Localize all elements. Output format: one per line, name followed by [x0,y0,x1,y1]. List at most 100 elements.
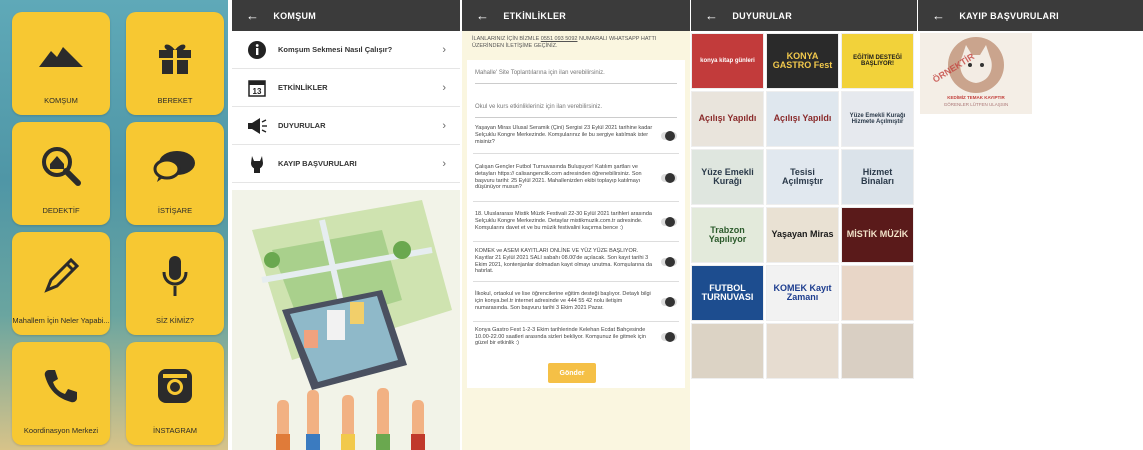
announcement-poster[interactable]: EĞİTİM DESTEĞİ BAŞLIYOR! [841,33,914,89]
tile-label: İSTİŞARE [157,205,193,215]
school-input[interactable]: Okul ve kurs etkinlikleriniz için ilan v… [475,94,677,118]
announcement-poster[interactable]: Açılışı Yapıldı [766,91,839,147]
menu-item-label: Komşum Sekmesi Nasıl Çalışır? [278,45,393,54]
tile-label: SİZ KİMİZ? [156,315,194,325]
screen-title: KOMŞUM [273,10,317,21]
poster-title: Açılışı Yapıldı [698,113,757,124]
back-arrow-icon[interactable]: ← [705,8,718,23]
announcement-poster[interactable]: KONYA GASTRO Fest [766,33,839,89]
poster-title: Hizmet Binaları [860,166,894,186]
home-screen: KOMŞUM BEREKET DEDEKTİF İSTİŞARE Mahalle… [0,0,228,450]
menu-item-label: DUYURULAR [278,121,326,130]
screenshot-collage: KOMŞUM BEREKET DEDEKTİF İSTİŞARE Mahalle… [0,0,1143,450]
poster-title: Trabzon Yapılıyor [708,224,747,244]
back-arrow-icon[interactable]: ← [932,8,945,23]
tile-dedektif[interactable]: DEDEKTİF [12,122,110,225]
toggle-switch[interactable] [661,256,677,267]
announcement-poster[interactable]: Trabzon Yapılıyor [691,207,764,263]
event-question: İlkokul, ortaokul ve lise öğrencilerine … [473,282,679,322]
tile-koordinasyon[interactable]: Koordinasyon Merkezi [12,342,110,445]
screen-title: DUYURULAR [732,10,793,21]
back-arrow-icon[interactable]: ← [246,8,259,23]
tile-bereket[interactable]: BEREKET [126,12,224,115]
cat-icon [246,153,268,175]
duyurular-screen: ← DUYURULAR konya kitap günleri KONYA GAS… [691,0,917,450]
announcement-poster[interactable]: Yaşayan Miras [766,207,839,263]
tile-label: Mahallem İçin Neler Yapabi... [12,315,110,325]
menu-item-kayip[interactable]: KAYIP BAŞVURULARI › [232,145,460,183]
megaphone-icon [246,115,268,137]
announcement-poster[interactable]: Tesisi Açılmıştır [766,149,839,205]
announcement-poster[interactable]: Hizmet Binaları [841,149,914,205]
meeting-input[interactable]: Mahalle' Site Toplantılarına için ilan v… [475,60,677,84]
chevron-right-icon: › [442,43,446,56]
whatsapp-note: İLANLARINIZ İÇİN BİZMLE 0551 093 5092 NU… [462,31,690,50]
poster-title: MİSTİK MÜZİK [846,229,909,240]
toggle-switch[interactable] [661,172,677,183]
poster-title: FUTBOL TURNUVASI [701,282,754,302]
toggle-switch[interactable] [661,216,677,227]
announcement-poster[interactable] [841,323,914,379]
poster-title: Tesisi Açılmıştır [781,166,823,186]
tile-komsum[interactable]: KOMŞUM [12,12,110,115]
announcement-poster[interactable]: KOMEK Kayıt Zamanı [766,265,839,321]
event-question: Çalışan Gençler Futbol Turnuvasında Bulu… [473,154,679,202]
announcement-poster[interactable] [691,323,764,379]
microphone-icon [126,250,224,302]
tile-istisare[interactable]: İSTİŞARE [126,122,224,225]
poster-title: Yaşayan Miras [771,229,834,240]
poster-title: konya kitap günleri [700,57,755,64]
card-subcaption: GÖRENLER LÜTFEN ULAŞSIN [943,102,1009,107]
announcement-poster[interactable]: konya kitap günleri [691,33,764,89]
calendar-day: 13 [253,87,262,96]
lost-pet-card[interactable]: KEDİMİZ TEMAK KAYIPTIR GÖRENLER LÜTFEN U… [920,33,1032,114]
menu-item-info[interactable]: Komşum Sekmesi Nasıl Çalışır? › [232,31,460,69]
menu-item-etkinlikler[interactable]: 13 ETKİNLİKLER › [232,69,460,107]
toggle-switch[interactable] [661,296,677,307]
question-text: 18. Uluslararası Mistik Müzik Festivali … [475,211,652,231]
tile-label: Koordinasyon Merkezi [23,425,99,435]
magnifier-house-icon [12,140,110,192]
toggle-switch[interactable] [661,130,677,141]
event-question: 18. Uluslararası Mistik Müzik Festivali … [473,202,679,242]
poster-title: Açılışı Yapıldı [773,113,832,124]
event-question: Konya Gastro Fest 1-2-3 Ekim tarihlerind… [473,322,679,352]
chevron-right-icon: › [442,81,446,94]
announcement-poster[interactable] [841,265,914,321]
announcement-poster[interactable]: MİSTİK MÜZİK [841,207,914,263]
poster-title: KONYA GASTRO Fest [772,50,833,70]
app-bar: ← ETKİNLİKLER [462,0,690,31]
menu-item-label: ETKİNLİKLER [278,83,328,92]
chevron-right-icon: › [442,119,446,132]
poster-title: Yüze Emekli Kurağı Hizmete Açılmıştır [849,112,906,125]
tile-label: İNSTAGRAM [152,425,198,435]
event-question: Yaşayan Miras Ulusal Seramik (Çini) Serg… [473,118,679,154]
phone-icon [12,360,110,412]
toggle-switch[interactable] [661,332,677,342]
komsum-screen: ← KOMŞUM Komşum Sekmesi Nasıl Çalışır? ›… [232,0,460,450]
announcement-poster[interactable]: Açılışı Yapıldı [691,91,764,147]
chat-bubbles-icon [126,140,224,192]
tile-siz-kimiz[interactable]: SİZ KİMİZ? [126,232,224,335]
instagram-icon [126,360,224,412]
send-button[interactable]: Gönder [548,363,596,383]
note-phone-link[interactable]: 0551 093 5092 [541,36,578,42]
tile-label: BEREKET [157,95,193,105]
card-caption: KEDİMİZ TEMAK KAYIPTIR [947,95,1005,100]
question-text: Yaşayan Miras Ulusal Seramik (Çini) Serg… [475,125,653,145]
back-arrow-icon[interactable]: ← [476,8,489,23]
city-illustration [232,190,460,450]
announcement-poster[interactable]: Yüze Emekli Kurağı Hizmete Açılmıştır [841,91,914,147]
announcement-poster[interactable]: Yüze Emekli Kurağı [691,149,764,205]
menu-item-duyurular[interactable]: DUYURULAR › [232,107,460,145]
announcement-poster[interactable]: FUTBOL TURNUVASI [691,265,764,321]
app-bar: ← DUYURULAR [691,0,917,31]
kayip-screen: ← KAYIP BAŞVURULARI KEDİMİZ TEMAK KAYIPT… [918,0,1143,450]
note-text: İLANLARINIZ İÇİN BİZMLE [472,36,540,42]
tile-label: DEDEKTİF [42,205,80,215]
question-text: İlkokul, ortaokul ve lise öğrencilerine … [475,291,651,311]
announcement-poster[interactable] [766,323,839,379]
tile-mahallem[interactable]: Mahallem İçin Neler Yapabi... [12,232,110,335]
app-bar: ← KOMŞUM [232,0,460,31]
tile-instagram[interactable]: İNSTAGRAM [126,342,224,445]
